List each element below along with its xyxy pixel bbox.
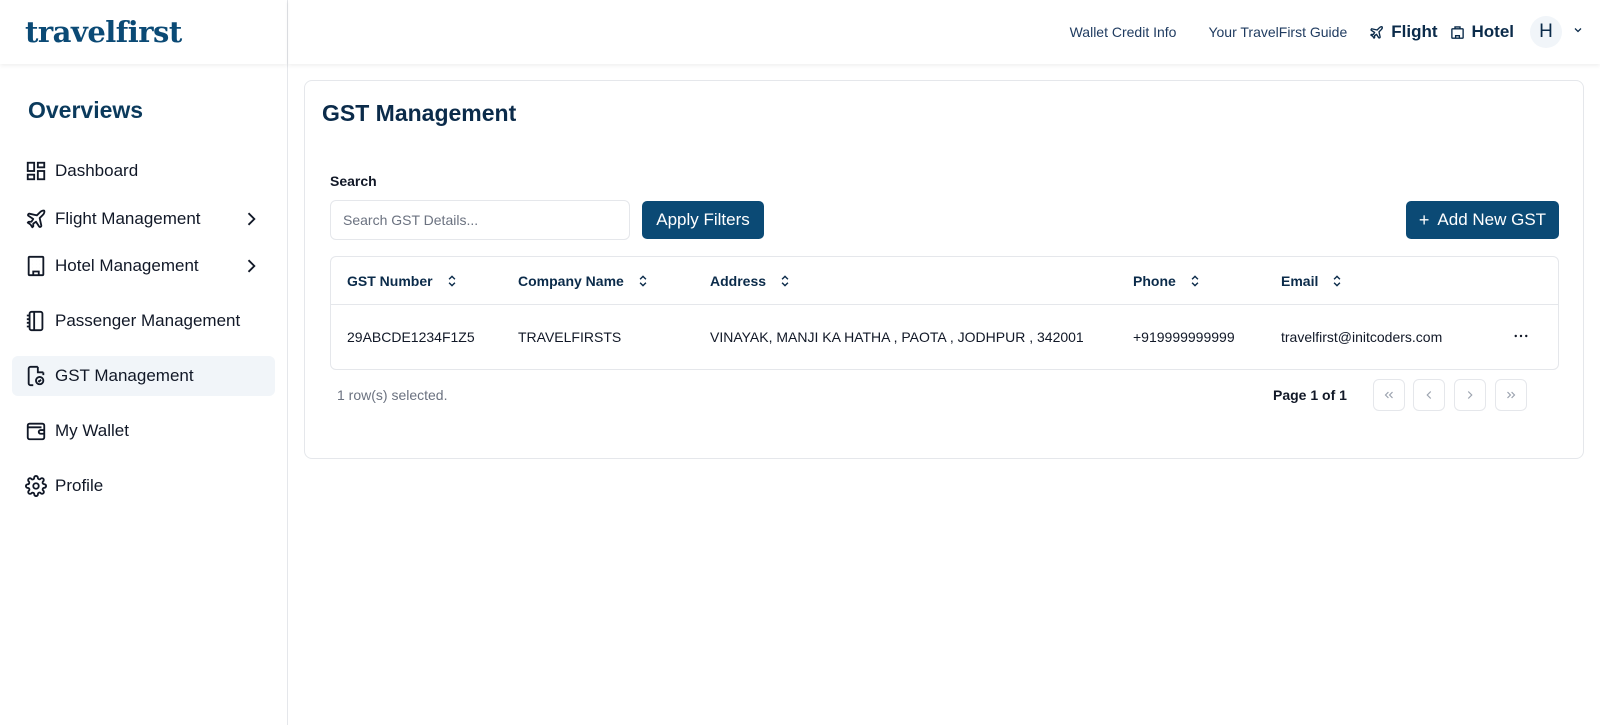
user-avatar[interactable]: H bbox=[1530, 16, 1562, 48]
brand-logo[interactable]: travelfirst bbox=[25, 15, 182, 49]
sort-icon[interactable] bbox=[778, 274, 792, 288]
more-actions-icon[interactable] bbox=[1512, 327, 1530, 350]
gst-table: GST Number Company Name Address Phone Em… bbox=[330, 256, 1559, 370]
chevron-left-icon bbox=[1426, 391, 1432, 399]
sidebar-item-gst-management[interactable]: GST Management bbox=[12, 356, 275, 396]
hotel-nav-link[interactable]: Hotel bbox=[1450, 22, 1515, 42]
table-row[interactable]: 29ABCDE1234F1Z5 TRAVELFIRSTS VINAYAK, MA… bbox=[331, 305, 1558, 369]
column-label: Email bbox=[1281, 273, 1319, 289]
sidebar-item-label: Hotel Management bbox=[55, 256, 199, 275]
sidebar-section-title: Overviews bbox=[28, 97, 144, 123]
cell-company-name: TRAVELFIRSTS bbox=[518, 329, 622, 345]
building-icon bbox=[25, 255, 47, 277]
sort-icon[interactable] bbox=[636, 274, 650, 288]
plus-icon: + bbox=[1418, 209, 1430, 230]
apply-filters-button[interactable]: Apply Filters bbox=[642, 201, 764, 239]
column-header-address[interactable]: Address bbox=[710, 257, 792, 305]
chevron-right-icon bbox=[241, 209, 261, 234]
table-header: GST Number Company Name Address Phone Em… bbox=[331, 257, 1558, 305]
wallet-icon bbox=[25, 420, 47, 442]
document-badge-icon bbox=[25, 365, 47, 387]
add-new-gst-button[interactable]: + Add New GST bbox=[1406, 201, 1559, 239]
last-page-button[interactable] bbox=[1495, 379, 1527, 411]
top-bar: Wallet Credit Info Your TravelFirst Guid… bbox=[288, 0, 1600, 64]
chevrons-right-icon bbox=[1507, 391, 1516, 399]
column-header-company-name[interactable]: Company Name bbox=[518, 257, 650, 305]
logo-bar: travelfirst bbox=[0, 0, 287, 64]
cell-phone: +919999999999 bbox=[1133, 329, 1235, 345]
chevron-right-icon bbox=[1467, 391, 1473, 399]
plane-icon bbox=[25, 208, 47, 230]
sort-icon[interactable] bbox=[445, 274, 459, 288]
sidebar-item-my-wallet[interactable]: My Wallet bbox=[12, 411, 275, 451]
column-label: Phone bbox=[1133, 273, 1176, 289]
column-label: Company Name bbox=[518, 273, 624, 289]
sidebar-item-dashboard[interactable]: Dashboard bbox=[12, 151, 275, 191]
travelfirst-guide-link[interactable]: Your TravelFirst Guide bbox=[1208, 24, 1347, 40]
selection-status: 1 row(s) selected. bbox=[337, 387, 448, 403]
sidebar-nav: Dashboard Flight Management Hotel Manage… bbox=[0, 151, 287, 506]
cell-address: VINAYAK, MANJI KA HATHA , PAOTA , JODHPU… bbox=[710, 329, 1084, 345]
sidebar-item-label: My Wallet bbox=[55, 421, 129, 440]
sidebar: travelfirst Overviews Dashboard Flight M… bbox=[0, 0, 288, 725]
column-header-gst-number[interactable]: GST Number bbox=[347, 257, 459, 305]
column-header-email[interactable]: Email bbox=[1281, 257, 1344, 305]
flight-nav-link[interactable]: Flight bbox=[1369, 22, 1438, 42]
dashboard-grid-icon bbox=[25, 160, 47, 182]
gear-icon bbox=[25, 475, 47, 497]
sidebar-item-passenger-management[interactable]: Passenger Management bbox=[12, 301, 275, 341]
sidebar-item-profile[interactable]: Profile bbox=[12, 466, 275, 506]
flight-label: Flight bbox=[1391, 22, 1438, 41]
sidebar-item-label: Dashboard bbox=[55, 161, 139, 180]
next-page-button[interactable] bbox=[1454, 379, 1486, 411]
sort-icon[interactable] bbox=[1330, 274, 1344, 288]
hotel-icon bbox=[1450, 25, 1464, 39]
sidebar-item-flight-management[interactable]: Flight Management bbox=[12, 199, 275, 239]
sidebar-item-label: GST Management bbox=[55, 366, 194, 385]
hotel-label: Hotel bbox=[1471, 22, 1515, 41]
chevron-right-icon bbox=[241, 256, 261, 281]
gst-management-card: GST Management Search Apply Filters + Ad… bbox=[304, 80, 1584, 459]
sidebar-item-label: Profile bbox=[55, 476, 104, 495]
sidebar-item-hotel-management[interactable]: Hotel Management bbox=[12, 246, 275, 286]
column-label: GST Number bbox=[347, 273, 433, 289]
cell-email: travelfirst@initcoders.com bbox=[1281, 329, 1443, 345]
cell-gst-number: 29ABCDE1234F1Z5 bbox=[347, 329, 475, 345]
add-new-gst-label: Add New GST bbox=[1437, 210, 1547, 229]
page-indicator: Page 1 of 1 bbox=[1273, 387, 1347, 403]
page-title: GST Management bbox=[322, 100, 517, 126]
sort-icon[interactable] bbox=[1188, 274, 1202, 288]
first-page-button[interactable] bbox=[1373, 379, 1405, 411]
previous-page-button[interactable] bbox=[1413, 379, 1445, 411]
sidebar-item-label: Flight Management bbox=[55, 209, 201, 228]
plane-icon bbox=[1370, 25, 1384, 39]
column-header-phone[interactable]: Phone bbox=[1133, 257, 1202, 305]
search-label: Search bbox=[330, 173, 377, 189]
wallet-credit-info-link[interactable]: Wallet Credit Info bbox=[1070, 24, 1177, 40]
column-label: Address bbox=[710, 273, 767, 289]
notebook-icon bbox=[25, 310, 47, 332]
search-input[interactable] bbox=[330, 200, 630, 240]
chevrons-left-icon bbox=[1384, 391, 1393, 399]
chevron-down-icon[interactable] bbox=[1572, 23, 1584, 41]
sidebar-item-label: Passenger Management bbox=[55, 311, 241, 330]
